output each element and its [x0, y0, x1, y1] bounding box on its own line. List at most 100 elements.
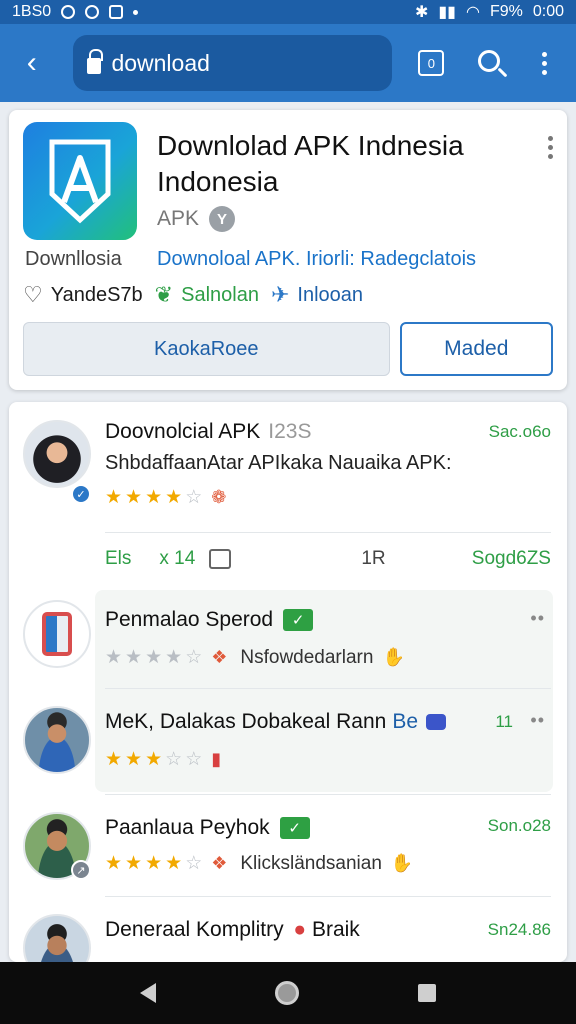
- hand-icon: ✋: [382, 647, 405, 667]
- tab-switcher-button[interactable]: 0: [410, 41, 453, 85]
- app-card: Downlolad APK Indnesia Indonesia APK Y D…: [9, 110, 567, 390]
- star-rating: ★ ★ ★ ★ ☆ ❖ Nsfowdedarlarn ✋: [105, 646, 405, 669]
- star-rating: ★ ★ ★ ★ ☆ ❁: [105, 487, 227, 508]
- meta-favorites[interactable]: ♡ YandeS7b: [23, 282, 143, 308]
- bluetooth-icon: ✱: [414, 4, 429, 21]
- nav-back-button[interactable]: [139, 983, 156, 1003]
- tab-icon: 0: [418, 50, 445, 76]
- row-more-icon[interactable]: ••: [530, 710, 545, 731]
- search-button[interactable]: [469, 41, 512, 85]
- row-more-icon[interactable]: ••: [530, 608, 545, 629]
- review-date: Sac.o6o: [488, 422, 551, 441]
- review-title[interactable]: Penmalao Sperod ✓: [105, 608, 314, 632]
- gift-icon: ▮: [211, 749, 222, 769]
- review-title[interactable]: Deneraal Komplitry ● Braik: [105, 918, 360, 942]
- battery-percent: F9%: [489, 3, 523, 20]
- divider: [105, 688, 551, 689]
- review-title[interactable]: MeK, Dalakas Dobakeal Rann Be: [105, 710, 447, 734]
- secondary-button[interactable]: KaokaRoee: [23, 322, 390, 376]
- review-title-text: Paanlaua Peyhok: [105, 816, 270, 839]
- stat-a[interactable]: Els: [105, 548, 131, 570]
- avatar[interactable]: [23, 914, 91, 962]
- app-type: APK Y: [157, 206, 236, 232]
- controller-icon: [426, 714, 447, 731]
- reviews-card: ✓ Doovnolcial APK I23S Sac.o6o Shbdaffaan…: [9, 402, 567, 962]
- browser-toolbar: ‹ download 0: [0, 24, 576, 102]
- app-logo-icon: [49, 139, 111, 224]
- kebab-menu-icon: [541, 51, 547, 75]
- developer-name[interactable]: Downllosia: [25, 248, 122, 271]
- avatar[interactable]: [23, 706, 91, 774]
- divider: [105, 794, 551, 795]
- status-left-text: 1BS0: [12, 3, 52, 20]
- review-date: 11: [495, 712, 513, 731]
- tablet-icon: [42, 612, 72, 656]
- dot-icon: [133, 9, 139, 15]
- system-nav-bar: [0, 962, 576, 1024]
- app-type-label: APK: [157, 207, 200, 230]
- gem-icon: ❖: [211, 853, 228, 873]
- app-title: Downlolad APK Indnesia Indonesia: [157, 130, 464, 197]
- check-icon: [109, 5, 124, 19]
- avatar[interactable]: [23, 420, 91, 488]
- badge-icon: ❁: [211, 487, 227, 507]
- leaf-icon: ❦: [154, 282, 174, 307]
- app-more-menu[interactable]: [548, 136, 553, 159]
- review-title[interactable]: Paanlaua Peyhok ✓: [105, 816, 310, 840]
- gem-icon: ❖: [211, 647, 228, 667]
- stat-c: 1R: [361, 548, 386, 569]
- nav-home-button[interactable]: [274, 981, 299, 1005]
- action-buttons: KaokaRoee Maded: [23, 322, 553, 376]
- review-title-text: Penmalao Sperod: [105, 608, 274, 631]
- app-icon[interactable]: [23, 122, 137, 240]
- url-text: download: [111, 49, 210, 76]
- check-icon: ✓: [283, 609, 314, 632]
- rating-text: Klicksländsanian: [240, 852, 382, 874]
- meta-category[interactable]: ❦ Salnolan: [155, 282, 259, 308]
- star-rating: ★ ★ ★ ★ ☆ ❖ Klicksländsanian ✋: [105, 852, 414, 875]
- lock-icon: [87, 49, 104, 74]
- meta-row: ♡ YandeS7b ❦ Salnolan ✈ Inlooan: [23, 282, 363, 308]
- nav-recents-button[interactable]: [418, 984, 437, 1002]
- heart-icon: ♡: [23, 282, 43, 307]
- sync-icon: [85, 5, 100, 19]
- list-icon[interactable]: [209, 549, 232, 569]
- stat-d: Sogd6ZS: [471, 548, 551, 569]
- primary-button[interactable]: Maded: [399, 322, 553, 376]
- app-link[interactable]: Downoloal APK. Iriorli: Radegclatois: [157, 248, 476, 271]
- verified-check-icon: ↗: [71, 860, 91, 880]
- back-button[interactable]: ‹: [10, 41, 53, 85]
- review-title-text: Doovnolcial APK: [105, 420, 261, 443]
- plane-icon: ✈: [270, 282, 290, 307]
- stats-row: Els x 14 1R Sogd6ZS: [105, 548, 551, 570]
- hand-icon: ✋: [390, 853, 414, 873]
- verified-icon: Y: [209, 206, 236, 232]
- review-title-tag: Be: [392, 710, 419, 733]
- emoji-icon: ●: [293, 918, 307, 941]
- signal-icon: ▮▮: [438, 4, 456, 21]
- review-date: Sn24.86: [487, 920, 551, 939]
- search-icon: [477, 50, 500, 72]
- review-count: I23S: [268, 420, 312, 443]
- star-rating: ★ ★ ★ ☆ ☆ ▮: [105, 749, 222, 770]
- review-date: Son.o28: [487, 816, 551, 835]
- wifi-icon: ◠: [465, 4, 480, 21]
- divider: [105, 532, 551, 533]
- status-bar: 1BS0 ✱ ▮▮ ◠ F9% 0:00: [0, 0, 576, 24]
- rating-text: Nsfowdedarlarn: [240, 646, 374, 668]
- verified-check-icon: ✓: [71, 484, 91, 504]
- clock: 0:00: [532, 3, 564, 20]
- menu-button[interactable]: [523, 41, 566, 85]
- url-bar[interactable]: download: [73, 35, 392, 91]
- review-title[interactable]: Doovnolcial APK I23S: [105, 420, 311, 444]
- meta-favorites-text: YandeS7b: [50, 283, 143, 306]
- back-arrow-icon: ‹: [26, 46, 37, 79]
- review-title-text: Deneraal Komplitry: [105, 918, 284, 941]
- review-title-text: MeK, Dalakas Dobakeal Rann: [105, 710, 387, 733]
- stat-b[interactable]: x 14: [159, 548, 195, 570]
- avatar[interactable]: [23, 600, 91, 668]
- review-title-tail: Braik: [311, 918, 360, 941]
- meta-share[interactable]: ✈ Inlooan: [271, 282, 363, 308]
- meta-category-text: Salnolan: [181, 283, 259, 306]
- check-icon: ✓: [279, 817, 310, 840]
